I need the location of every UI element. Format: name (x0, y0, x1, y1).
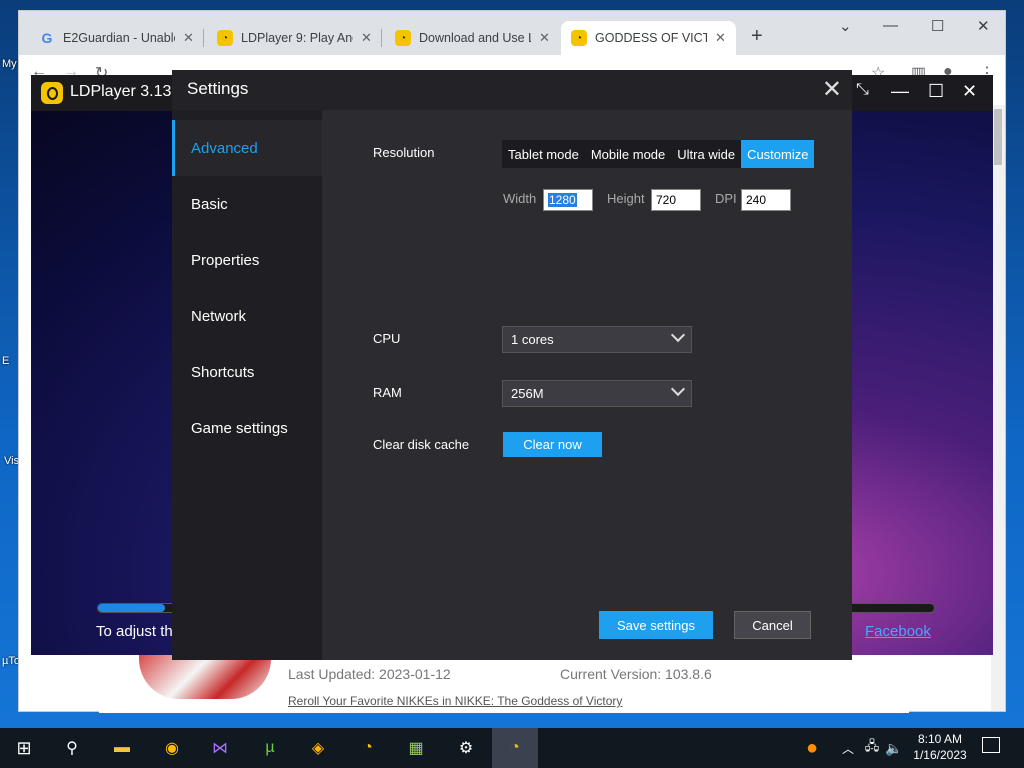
settings-header: Settings ✕ (172, 70, 852, 110)
width-value: 1280 (548, 193, 577, 207)
settings-gear-icon[interactable]: ⚙ (454, 736, 478, 760)
tab-separator (203, 29, 204, 47)
maximize-icon[interactable]: ☐ (931, 17, 944, 35)
ram-value: 256M (511, 386, 544, 401)
settings-nav: Advanced Basic Properties Network Shortc… (172, 110, 322, 660)
page-scrollbar[interactable] (991, 105, 1005, 711)
new-tab-button[interactable]: + (751, 25, 763, 48)
clear-cache-label: Clear disk cache (373, 437, 470, 452)
browser-tab[interactable]: ◔ Download and Use LD ✕ (385, 21, 560, 55)
tablet-mode-button[interactable]: Tablet mode (502, 140, 585, 168)
width-input[interactable]: 1280 (543, 189, 593, 211)
width-label: Width (503, 191, 537, 206)
resize-icon[interactable]: ⤡ (856, 81, 869, 99)
nav-item-network[interactable]: Network (172, 288, 322, 344)
app-icon[interactable]: ▦ (404, 736, 428, 760)
adjust-hint-text: To adjust th (96, 623, 173, 640)
chevron-down-icon (670, 381, 686, 397)
last-updated: Last Updated: 2023-01-12 (288, 666, 451, 682)
dpi-input[interactable]: 240 (741, 189, 791, 211)
ldplayer-icon[interactable]: ◔ (503, 736, 527, 760)
ldplayer-icon: ◔ (571, 30, 587, 46)
tab-separator (381, 29, 382, 47)
resolution-mode-group: Tablet mode Mobile mode Ultra wide Custo… (502, 140, 815, 168)
volume-icon[interactable]: 🔈 (882, 736, 906, 760)
maximize-icon[interactable]: ☐ (928, 81, 944, 102)
close-icon[interactable]: ✕ (183, 30, 194, 46)
nav-item-game-settings[interactable]: Game settings (172, 400, 322, 456)
close-icon[interactable]: ✕ (977, 17, 990, 35)
tray-app-icon[interactable]: ● (800, 736, 824, 760)
close-icon[interactable]: ✕ (822, 75, 842, 104)
chevron-down-icon (670, 327, 686, 343)
tab-title: LDPlayer 9: Play Andr (241, 31, 353, 45)
cpu-value: 1 cores (511, 332, 554, 347)
tab-bar: G E2Guardian - Unable ✕ ◔ LDPlayer 9: Pl… (19, 11, 1005, 55)
clock-time: 8:10 AM (917, 732, 963, 746)
nav-item-basic[interactable]: Basic (172, 176, 322, 232)
facebook-link[interactable]: Facebook (865, 623, 931, 640)
ldplayer-title: LDPlayer 3.130 (70, 83, 181, 100)
chevron-up-icon[interactable]: ︿ (836, 736, 860, 760)
search-icon[interactable]: ⚲ (60, 736, 84, 760)
cancel-button[interactable]: Cancel (734, 611, 811, 639)
ram-label: RAM (373, 385, 402, 400)
close-icon[interactable]: ✕ (962, 81, 977, 102)
scrollbar-thumb[interactable] (994, 109, 1002, 165)
cpu-label: CPU (373, 331, 401, 346)
settings-body: Resolution Tablet mode Mobile mode Ultra… (322, 110, 852, 660)
page-content: Last Updated: 2023-01-12 Current Version… (99, 643, 909, 713)
utorrent-icon[interactable]: µ (258, 736, 282, 760)
article-link[interactable]: Reroll Your Favorite NIKKEs in NIKKE: Th… (288, 694, 622, 708)
close-icon[interactable]: ✕ (715, 30, 726, 46)
visual-studio-icon[interactable]: ⋈ (208, 736, 232, 760)
settings-dialog: Settings ✕ Advanced Basic Properties Net… (172, 70, 852, 660)
cpu-dropdown[interactable]: 1 cores (502, 326, 692, 353)
tab-title: E2Guardian - Unable (63, 31, 175, 45)
current-version: Current Version: 103.8.6 (560, 666, 712, 682)
desktop-icon-label[interactable]: E (2, 355, 9, 367)
close-icon[interactable]: ✕ (361, 30, 372, 46)
dpi-label: DPI (715, 191, 737, 206)
height-input[interactable]: 720 (651, 189, 701, 211)
tab-title: Download and Use LD (419, 31, 531, 45)
progress-fill (98, 604, 165, 612)
nav-item-shortcuts[interactable]: Shortcuts (172, 344, 322, 400)
tab-search-icon[interactable]: ⌄ (839, 17, 852, 35)
file-explorer-icon[interactable]: ▬ (110, 736, 134, 760)
clear-now-button[interactable]: Clear now (503, 432, 602, 457)
height-label: Height (607, 191, 645, 206)
mobile-mode-button[interactable]: Mobile mode (585, 140, 671, 168)
resolution-label: Resolution (373, 145, 435, 160)
ldplayer-icon[interactable]: ◔ (356, 736, 380, 760)
ultra-wide-button[interactable]: Ultra wide (671, 140, 741, 168)
settings-title: Settings (187, 79, 249, 98)
browser-tab-active[interactable]: ◔ GODDESS OF VICTOR ✕ (561, 21, 736, 55)
notification-icon[interactable] (982, 737, 1000, 753)
nav-item-advanced[interactable]: Advanced (172, 120, 322, 176)
minimize-icon[interactable]: — (883, 17, 898, 34)
network-icon[interactable]: 🖧 (860, 736, 884, 760)
ldplayer-icon: ◔ (395, 30, 411, 46)
tab-title: GODDESS OF VICTOR (595, 31, 707, 45)
browser-tab[interactable]: ◔ LDPlayer 9: Play Andr ✕ (207, 21, 382, 55)
clock[interactable]: 8:10 AM 1/16/2023 (910, 731, 970, 763)
chrome-icon[interactable]: ◉ (160, 736, 184, 760)
brave-icon[interactable]: ◈ (306, 736, 330, 760)
close-icon[interactable]: ✕ (539, 30, 550, 46)
nav-item-properties[interactable]: Properties (172, 232, 322, 288)
ram-dropdown[interactable]: 256M (502, 380, 692, 407)
desktop-icon-label[interactable]: Vis (4, 455, 19, 467)
customize-button[interactable]: Customize (741, 140, 815, 168)
google-icon: G (41, 30, 53, 46)
ldplayer-icon: ◔ (217, 30, 233, 46)
taskbar: ⊞ ⚲ ▬ ◉ ⋈ µ ◈ ◔ ▦ ⚙ ◔ ● ︿ 🖧 🔈 8:10 AM 1/… (0, 728, 1024, 768)
windows-start-icon[interactable]: ⊞ (12, 736, 36, 760)
ldplayer-logo-icon (41, 82, 63, 104)
minimize-icon[interactable]: — (891, 81, 909, 102)
browser-tab[interactable]: G E2Guardian - Unable ✕ (29, 21, 204, 55)
desktop-icon-label[interactable]: My (2, 58, 17, 70)
save-settings-button[interactable]: Save settings (599, 611, 713, 639)
clock-date: 1/16/2023 (913, 748, 967, 762)
